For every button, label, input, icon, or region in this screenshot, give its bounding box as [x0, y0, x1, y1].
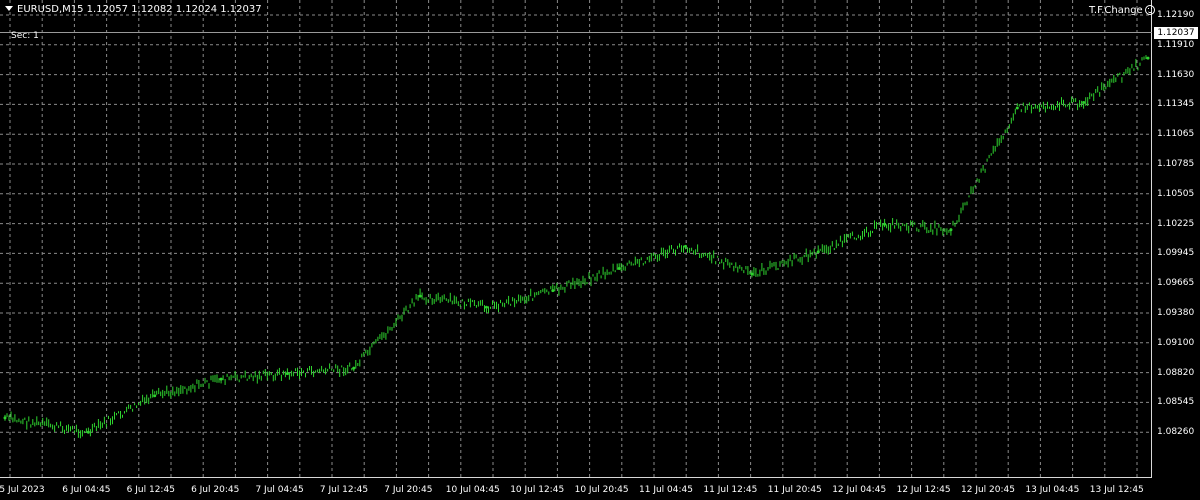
price-label: 1.09945: [1157, 248, 1195, 259]
time-label: 12 Jul 12:45: [896, 485, 951, 495]
price-label: 1.10785: [1157, 159, 1195, 169]
tf-change-button[interactable]: T.F.Change: [1089, 5, 1155, 16]
price-label: 1.08545: [1157, 397, 1195, 408]
sec-label: Sec: 1: [11, 31, 39, 41]
time-label: 7 Jul 20:45: [384, 485, 433, 495]
current-price-line: [0, 32, 1152, 33]
price-label: 1.11345: [1157, 99, 1195, 110]
time-label: 7 Jul 12:45: [319, 485, 369, 495]
price-label: 1.12190: [1157, 10, 1195, 20]
time-label: 7 Jul 04:45: [255, 485, 304, 495]
time-label: 10 Jul 20:45: [574, 485, 629, 495]
time-label: 10 Jul 12:45: [510, 485, 565, 495]
price-label: 1.10225: [1157, 218, 1195, 229]
time-label: 12 Jul 20:45: [961, 485, 1015, 495]
time-label: 6 Jul 20:45: [191, 485, 240, 495]
time-label: 6 Jul 12:45: [126, 485, 175, 495]
plot-border: [0, 0, 1152, 478]
price-label: 1.08820: [1157, 367, 1195, 378]
smiley-icon: [1144, 5, 1155, 15]
time-label: 12 Jul 04:45: [832, 485, 887, 495]
dropdown-triangle-icon[interactable]: [5, 6, 13, 11]
tf-change-label: T.F.Change: [1089, 5, 1143, 16]
time-label: 13 Jul 12:45: [1089, 485, 1144, 495]
price-label: 1.11065: [1157, 129, 1195, 140]
time-label: 11 Jul 12:45: [703, 485, 758, 495]
current-price-box: 1.12037: [1154, 27, 1198, 39]
symbol-text: EURUSD,M15 1.12057 1.12082 1.12024 1.120…: [17, 4, 262, 15]
price-label: 1.11630: [1157, 69, 1195, 80]
time-label: 5 Jul 2023: [0, 485, 45, 495]
price-label: 1.09380: [1157, 308, 1195, 318]
price-label: 1.09665: [1157, 278, 1195, 289]
time-label: 13 Jul 04:45: [1025, 485, 1080, 495]
time-label: 10 Jul 04:45: [445, 485, 500, 495]
time-label: 11 Jul 04:45: [639, 485, 693, 495]
time-label: 6 Jul 04:45: [62, 485, 111, 495]
price-label: 1.09100: [1157, 337, 1195, 348]
price-label: 1.08260: [1157, 427, 1195, 438]
price-label: 1.10505: [1157, 188, 1195, 199]
chart-window[interactable]: EURUSD,M15 1.12057 1.12082 1.12024 1.120…: [0, 0, 1200, 500]
time-label: 11 Jul 20:45: [767, 485, 822, 495]
price-label: 1.11910: [1157, 39, 1195, 50]
symbol-header[interactable]: EURUSD,M15 1.12057 1.12082 1.12024 1.120…: [5, 4, 262, 15]
